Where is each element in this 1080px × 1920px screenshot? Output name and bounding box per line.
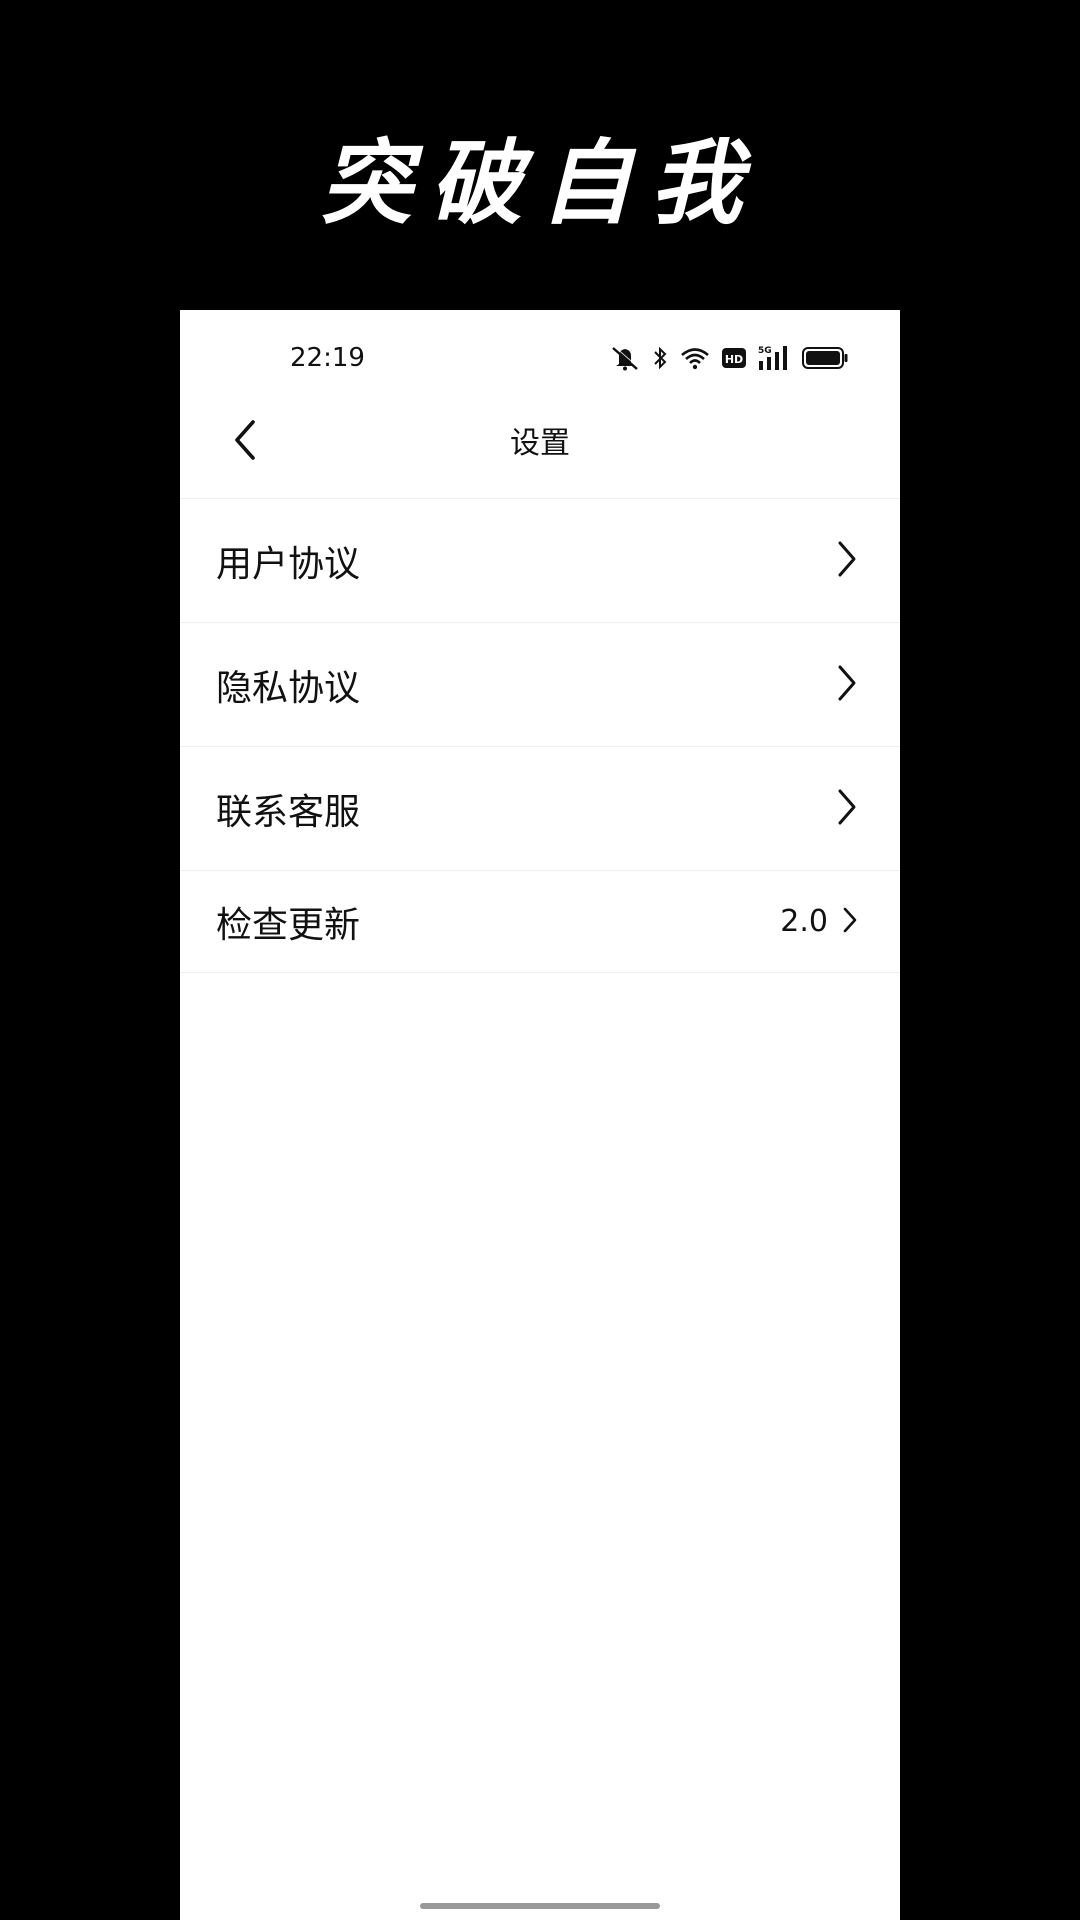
5g-signal-icon: 5G: [758, 344, 790, 372]
menu-item-check-update[interactable]: 检查更新 2.0: [180, 871, 900, 973]
version-value: 2.0: [780, 904, 828, 939]
status-time: 22:19: [290, 343, 365, 373]
menu-item-label: 联系客服: [216, 791, 361, 833]
page-title: 设置: [510, 426, 570, 461]
menu-item-label: 隐私协议: [216, 667, 361, 709]
hd-icon: HD: [722, 347, 746, 369]
menu-item-label: 用户协议: [216, 543, 361, 585]
page: 突破自我 22:19 HD 5G 设置 用户协议 隐私协议 联系客服 检查更新 …: [0, 0, 1080, 1920]
menu-item-contact-support[interactable]: 联系客服: [180, 747, 900, 871]
menu-item-right: [836, 623, 858, 746]
back-button[interactable]: [220, 416, 272, 468]
wifi-icon: [680, 346, 710, 370]
menu-item-user-agreement[interactable]: 用户协议: [180, 499, 900, 623]
status-icons: HD 5G: [610, 342, 848, 374]
chevron-right-icon: [842, 906, 858, 938]
hd-label: HD: [725, 353, 743, 366]
menu-item-right: [836, 747, 858, 870]
menu-item-right: [836, 499, 858, 622]
nav-bar: 设置: [180, 390, 900, 499]
chevron-right-icon: [836, 540, 858, 582]
menu-item-label: 检查更新: [216, 904, 361, 946]
menu-item-right: 2.0: [780, 871, 858, 972]
battery-icon: [802, 346, 848, 370]
network-label: 5G: [758, 346, 772, 356]
home-indicator[interactable]: [420, 1903, 660, 1909]
bluetooth-icon: [652, 345, 668, 371]
chevron-right-icon: [836, 788, 858, 830]
chevron-right-icon: [836, 664, 858, 706]
status-bar: 22:19 HD 5G: [180, 310, 900, 390]
menu-item-privacy-agreement[interactable]: 隐私协议: [180, 623, 900, 747]
chevron-left-icon: [231, 418, 261, 466]
banner-title: 突破自我: [319, 129, 760, 237]
settings-menu: 用户协议 隐私协议 联系客服 检查更新 2.0: [180, 499, 900, 973]
phone-screen: 22:19 HD 5G 设置 用户协议 隐私协议 联系客服 检查更新 2.0: [180, 310, 900, 1920]
mute-bell-icon: [610, 345, 640, 371]
